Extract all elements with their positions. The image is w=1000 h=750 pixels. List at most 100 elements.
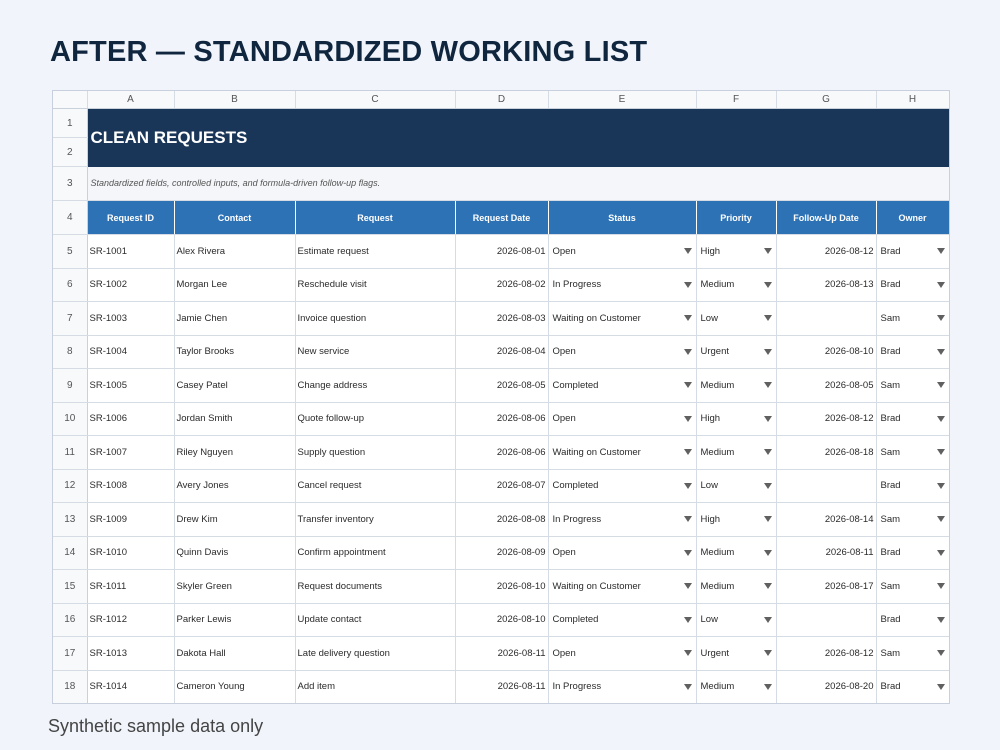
dropdown-arrow-icon[interactable] (683, 583, 692, 590)
cell-priority[interactable]: Medium (696, 536, 777, 570)
cell-follow-up-date[interactable]: 2026-08-10 (776, 335, 877, 369)
header-request-id[interactable]: Request ID (87, 200, 175, 235)
column-header[interactable]: A (87, 91, 175, 109)
header-status[interactable]: Status (548, 200, 697, 235)
dropdown-arrow-icon[interactable] (936, 549, 945, 556)
banner-title[interactable]: CLEAN REQUESTS (87, 108, 949, 167)
cell-request-id[interactable]: SR-1014 (87, 670, 175, 703)
cell-contact[interactable]: Morgan Lee (174, 268, 296, 302)
dropdown-arrow-icon[interactable] (763, 449, 772, 456)
cell-owner[interactable]: Sam (876, 368, 949, 403)
cell-request-id[interactable]: SR-1012 (87, 603, 175, 637)
cell-priority[interactable]: Medium (696, 569, 777, 604)
cell-request-id[interactable]: SR-1004 (87, 335, 175, 369)
dropdown-arrow-icon[interactable] (936, 650, 945, 657)
column-header[interactable]: B (174, 91, 296, 109)
dropdown-arrow-icon[interactable] (683, 415, 692, 422)
cell-priority[interactable]: Medium (696, 670, 777, 703)
cell-request-id[interactable]: SR-1006 (87, 402, 175, 436)
cell-request[interactable]: Reschedule visit (295, 268, 456, 302)
cell-request-id[interactable]: SR-1003 (87, 301, 175, 336)
cell-status[interactable]: Waiting on Customer (548, 435, 697, 470)
header-follow-up-date[interactable]: Follow-Up Date (776, 200, 877, 235)
column-header[interactable]: H (876, 91, 949, 109)
row-number[interactable]: 8 (53, 335, 88, 369)
cell-request[interactable]: Update contact (295, 603, 456, 637)
cell-status[interactable]: Open (548, 636, 697, 671)
cell-status[interactable]: Completed (548, 469, 697, 503)
cell-request[interactable]: Add item (295, 670, 456, 703)
cell-request-date[interactable]: 2026-08-06 (455, 435, 549, 470)
cell-request-date[interactable]: 2026-08-10 (455, 603, 549, 637)
dropdown-arrow-icon[interactable] (936, 683, 945, 690)
cell-priority[interactable]: Medium (696, 435, 777, 470)
dropdown-arrow-icon[interactable] (683, 516, 692, 523)
dropdown-arrow-icon[interactable] (683, 683, 692, 690)
cell-request-id[interactable]: SR-1005 (87, 368, 175, 403)
cell-priority[interactable]: Urgent (696, 636, 777, 671)
cell-follow-up-date[interactable]: 2026-08-14 (776, 502, 877, 537)
cell-request-id[interactable]: SR-1007 (87, 435, 175, 470)
cell-request-id[interactable]: SR-1009 (87, 502, 175, 537)
cell-status[interactable]: In Progress (548, 268, 697, 302)
column-header[interactable]: D (455, 91, 549, 109)
cell-priority[interactable]: Medium (696, 368, 777, 403)
cell-status[interactable]: Open (548, 402, 697, 436)
cell-request[interactable]: Estimate request (295, 234, 456, 269)
cell-owner[interactable]: Brad (876, 268, 949, 302)
cell-owner[interactable]: Brad (876, 603, 949, 637)
header-contact[interactable]: Contact (174, 200, 296, 235)
cell-request[interactable]: Late delivery question (295, 636, 456, 671)
column-header[interactable]: E (548, 91, 697, 109)
header-owner[interactable]: Owner (876, 200, 949, 235)
cell-request-date[interactable]: 2026-08-01 (455, 234, 549, 269)
row-number[interactable]: 6 (53, 268, 88, 302)
dropdown-arrow-icon[interactable] (763, 415, 772, 422)
dropdown-arrow-icon[interactable] (763, 516, 772, 523)
row-number[interactable]: 16 (53, 603, 88, 637)
cell-request-date[interactable]: 2026-08-11 (455, 670, 549, 703)
dropdown-arrow-icon[interactable] (936, 516, 945, 523)
cell-request-id[interactable]: SR-1008 (87, 469, 175, 503)
cell-status[interactable]: Waiting on Customer (548, 301, 697, 336)
dropdown-arrow-icon[interactable] (936, 583, 945, 590)
cell-request-id[interactable]: SR-1001 (87, 234, 175, 269)
cell-request[interactable]: Supply question (295, 435, 456, 470)
column-header[interactable]: C (295, 91, 456, 109)
cell-request[interactable]: Cancel request (295, 469, 456, 503)
cell-request-date[interactable]: 2026-08-06 (455, 402, 549, 436)
dropdown-arrow-icon[interactable] (763, 482, 772, 489)
cell-owner[interactable]: Brad (876, 670, 949, 703)
cell-status[interactable]: Completed (548, 368, 697, 403)
cell-follow-up-date[interactable]: 2026-08-18 (776, 435, 877, 470)
cell-follow-up-date[interactable] (776, 469, 877, 503)
dropdown-arrow-icon[interactable] (763, 248, 772, 255)
dropdown-arrow-icon[interactable] (936, 449, 945, 456)
dropdown-arrow-icon[interactable] (763, 549, 772, 556)
cell-request-id[interactable]: SR-1002 (87, 268, 175, 302)
dropdown-arrow-icon[interactable] (683, 348, 692, 355)
row-number[interactable]: 7 (53, 301, 88, 336)
cell-owner[interactable]: Sam (876, 435, 949, 470)
cell-follow-up-date[interactable]: 2026-08-13 (776, 268, 877, 302)
select-all-corner[interactable] (53, 91, 88, 109)
dropdown-arrow-icon[interactable] (763, 382, 772, 389)
cell-status[interactable]: Open (548, 335, 697, 369)
cell-priority[interactable]: Low (696, 603, 777, 637)
dropdown-arrow-icon[interactable] (763, 348, 772, 355)
dropdown-arrow-icon[interactable] (936, 616, 945, 623)
cell-contact[interactable]: Avery Jones (174, 469, 296, 503)
row-number[interactable]: 4 (53, 200, 88, 235)
dropdown-arrow-icon[interactable] (683, 616, 692, 623)
cell-follow-up-date[interactable]: 2026-08-12 (776, 402, 877, 436)
cell-contact[interactable]: Riley Nguyen (174, 435, 296, 470)
dropdown-arrow-icon[interactable] (936, 348, 945, 355)
cell-request[interactable]: Change address (295, 368, 456, 403)
dropdown-arrow-icon[interactable] (763, 281, 772, 288)
dropdown-arrow-icon[interactable] (936, 281, 945, 288)
row-number[interactable]: 12 (53, 469, 88, 503)
cell-request-date[interactable]: 2026-08-02 (455, 268, 549, 302)
cell-priority[interactable]: High (696, 402, 777, 436)
cell-contact[interactable]: Jordan Smith (174, 402, 296, 436)
cell-owner[interactable]: Brad (876, 536, 949, 570)
